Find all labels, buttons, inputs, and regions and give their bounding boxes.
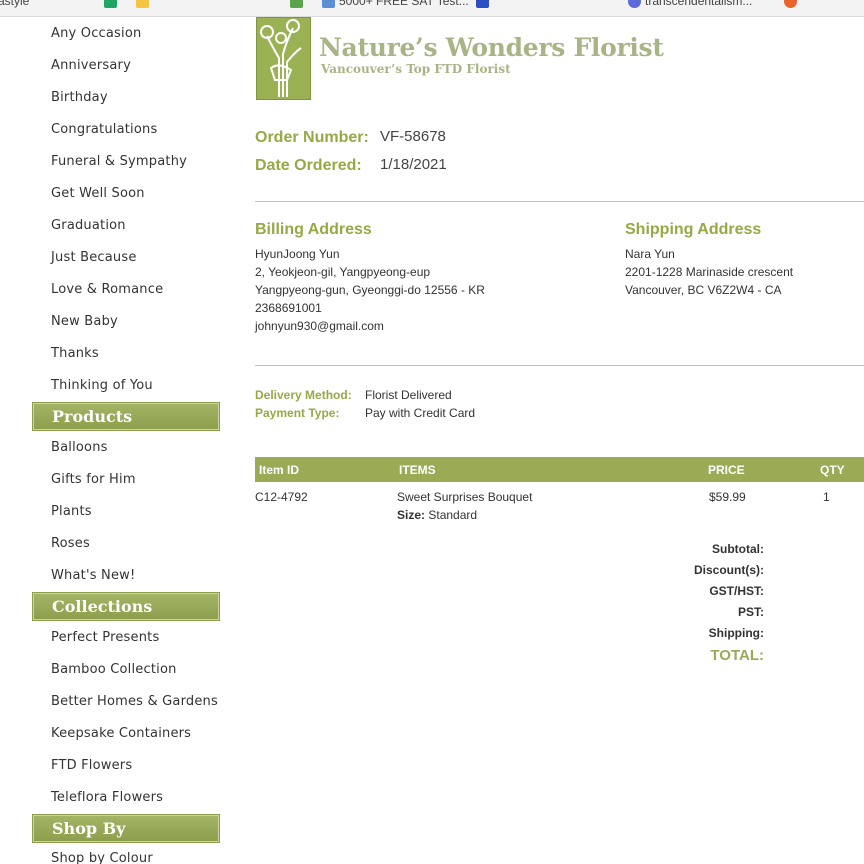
order-number-label: Order Number: — [255, 129, 369, 146]
sidebar-item-keepsake-containers[interactable]: Keepsake Containers — [51, 726, 191, 741]
sidebar-item-thanks[interactable]: Thanks — [51, 346, 99, 361]
subtotal-label: Subtotal: — [712, 542, 764, 556]
bookmark-item[interactable] — [290, 0, 307, 8]
leaf-icon — [290, 0, 303, 8]
sidebar-item-gifts-for-him[interactable]: Gifts for Him — [51, 472, 136, 487]
products-header: Products — [32, 402, 220, 431]
payment-type-value: Pay with Credit Card — [365, 406, 476, 420]
item-name-cell: Sweet Surprises Bouquet — [397, 490, 533, 504]
sidebar-item-roses[interactable]: Roses — [51, 536, 90, 551]
bookmark-label: 5000+ FREE SAT Test... — [339, 0, 469, 8]
shipping-line: 2201-1228 Marinaside crescent — [625, 265, 794, 279]
sidebar-item-shop-by-colour[interactable]: Shop by Colour — [51, 851, 153, 864]
sidebar-item-ftd-flowers[interactable]: FTD Flowers — [51, 758, 132, 773]
delivery-method-value: Florist Delivered — [365, 388, 452, 402]
sidebar-item-anniversary[interactable]: Anniversary — [51, 58, 131, 73]
app-icon — [476, 0, 489, 8]
flower-logo-icon — [260, 19, 302, 97]
bookmark-item[interactable] — [136, 0, 153, 8]
sidebar-item-funeral-sympathy[interactable]: Funeral & Sympathy — [51, 154, 187, 169]
sidebar-item-love-romance[interactable]: Love & Romance — [51, 282, 163, 297]
sidebar-item-any-occasion[interactable]: Any Occasion — [51, 26, 141, 41]
sidebar-item-whats-new[interactable]: What's New! — [51, 568, 135, 583]
delivery-method-label: Delivery Method: — [255, 388, 352, 402]
sidebar-item-new-baby[interactable]: New Baby — [51, 314, 118, 329]
sidebar-item-thinking-of-you[interactable]: Thinking of You — [51, 378, 153, 393]
sidebar-item-just-because[interactable]: Just Because — [51, 250, 137, 265]
shipping-line: Vancouver, BC V6Z2W4 - CA — [625, 283, 782, 297]
site-icon — [322, 0, 335, 8]
shipping-cost-label: Shipping: — [708, 626, 764, 640]
bookmark-item[interactable] — [104, 0, 121, 8]
fire-icon — [784, 0, 797, 8]
billing-line: Yangpyeong-gun, Gyeonggi-do 12556 - KR — [255, 283, 485, 297]
bookmarks-bar: astyle 5000+ FREE SAT Test... transcende… — [0, 0, 864, 17]
sidebar-item-birthday[interactable]: Birthday — [51, 90, 108, 105]
date-ordered-value: 1/18/2021 — [380, 156, 447, 173]
size-label: Size: — [397, 508, 426, 522]
logo[interactable] — [256, 17, 311, 100]
item-size-cell: Size: Standard — [397, 508, 477, 522]
column-header-items: ITEMS — [399, 463, 436, 477]
sidebar-item-perfect-presents[interactable]: Perfect Presents — [51, 630, 159, 645]
sidebar-item-plants[interactable]: Plants — [51, 504, 92, 519]
discount-label: Discount(s): — [694, 563, 764, 577]
bookmark-item[interactable] — [476, 0, 493, 8]
bookmark-item[interactable] — [784, 0, 801, 8]
divider — [255, 201, 864, 202]
collections-header: Collections — [32, 592, 220, 621]
items-table-header: Item ID ITEMS PRICE QTY — [255, 457, 864, 482]
bookmark-item[interactable]: transcendentalism... — [628, 0, 752, 8]
sidebar-item-graduation[interactable]: Graduation — [51, 218, 126, 233]
column-header-qty: QTY — [820, 463, 845, 477]
shopby-header: Shop By — [32, 814, 220, 843]
bookmark-item[interactable]: 5000+ FREE SAT Test... — [322, 0, 469, 8]
divider — [255, 365, 864, 366]
item-price-cell: $59.99 — [709, 490, 746, 504]
sidebar-item-get-well-soon[interactable]: Get Well Soon — [51, 186, 145, 201]
bookmark-item[interactable]: astyle — [0, 0, 29, 8]
sidebar-item-congratulations[interactable]: Congratulations — [51, 122, 157, 137]
sidebar-item-teleflora-flowers[interactable]: Teleflora Flowers — [51, 790, 163, 805]
total-label: TOTAL: — [710, 647, 764, 664]
site-subtitle: Vancouver’s Top FTD Florist — [321, 62, 511, 76]
order-number-value: VF-58678 — [380, 128, 446, 145]
sheets-icon — [104, 0, 117, 8]
bookmark-label: astyle — [0, 0, 30, 8]
bookmark-label: transcendentalism... — [645, 0, 753, 8]
gst-hst-label: GST/HST: — [709, 584, 764, 598]
billing-line: HyunJoong Yun — [255, 247, 340, 261]
column-header-price: PRICE — [708, 463, 745, 477]
billing-line: 2368691001 — [255, 301, 322, 315]
sidebar-item-bamboo-collection[interactable]: Bamboo Collection — [51, 662, 177, 677]
item-id-cell: C12-4792 — [255, 490, 308, 504]
search-icon — [628, 0, 641, 8]
billing-line: 2, Yeokjeon-gil, Yangpyeong-eup — [255, 265, 431, 279]
pst-label: PST: — [737, 605, 764, 619]
shipping-line: Nara Yun — [625, 247, 675, 261]
size-value: Standard — [428, 508, 478, 522]
folder-icon — [136, 0, 149, 8]
payment-type-label: Payment Type: — [255, 406, 340, 420]
sidebar-item-balloons[interactable]: Balloons — [51, 440, 108, 455]
billing-line: johnyun930@gmail.com — [255, 319, 384, 333]
shipping-address-heading: Shipping Address — [625, 221, 762, 238]
date-ordered-label: Date Ordered: — [255, 157, 362, 174]
site-title: Nature’s Wonders Florist — [319, 33, 664, 62]
item-qty-cell: 1 — [823, 490, 830, 504]
column-header-item-id: Item ID — [259, 463, 300, 477]
billing-address-heading: Billing Address — [255, 221, 372, 238]
sidebar-item-better-homes-gardens[interactable]: Better Homes & Gardens — [51, 694, 218, 709]
